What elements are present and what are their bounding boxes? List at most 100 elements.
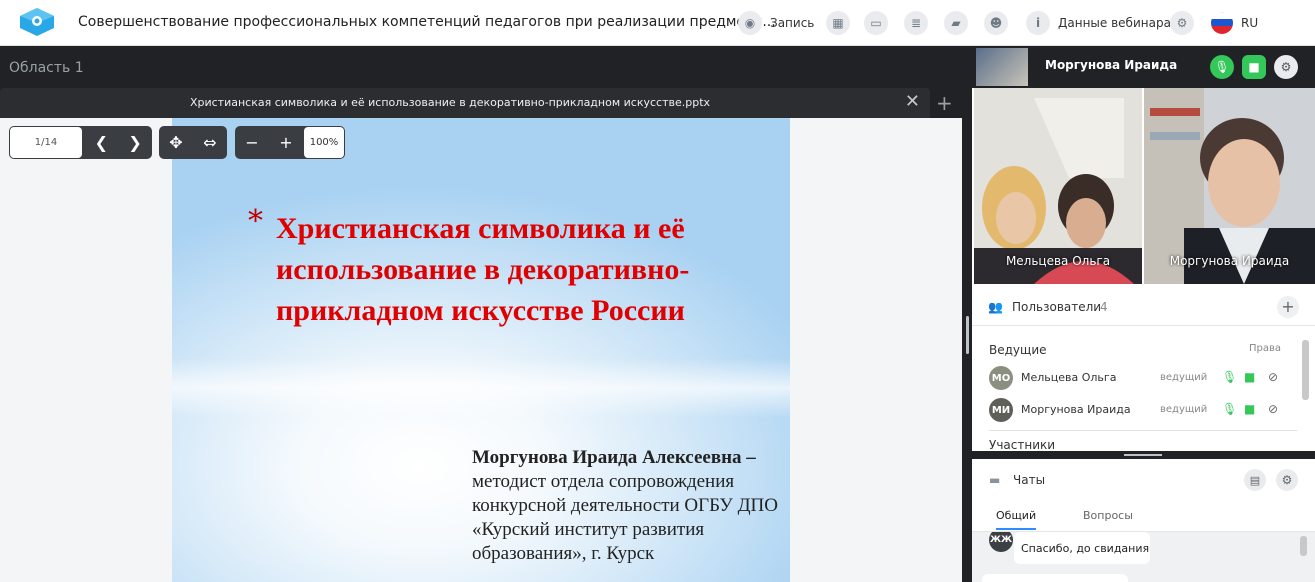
chat-message [982, 574, 1128, 582]
chevron-right-icon: ❯ [128, 133, 142, 152]
scrollbar-thumb[interactable] [1302, 340, 1309, 400]
right-panel: Моргунова Ираида 🎙 ■ ⚙ Мельцева Ольга Мо… [972, 46, 1315, 582]
users-settings-button[interactable]: ☻ [984, 9, 1008, 37]
fit-width-button[interactable]: ⇔ [193, 126, 227, 159]
presenter-video-thumbnail[interactable] [976, 48, 1028, 86]
plus-icon: + [1281, 297, 1295, 316]
gear-icon: ⚙ [1280, 60, 1292, 74]
chevron-left-icon: ❮ [94, 133, 109, 152]
prev-page-button[interactable]: ❮ [84, 126, 118, 159]
webinar-data-button[interactable]: i Данные вебинара [1026, 9, 1171, 37]
screen-share-off-icon[interactable]: ⊘ [1268, 370, 1278, 384]
next-page-button[interactable]: ❯ [118, 126, 152, 159]
presenter-bar: Моргунова Ираида 🎙 ■ ⚙ [972, 46, 1315, 88]
splitter-handle[interactable] [966, 316, 969, 354]
document-button[interactable]: ≣ [904, 9, 928, 37]
microphone-icon: 🎙 [1214, 60, 1230, 74]
chat-icon: ▬ [989, 473, 1001, 487]
record-button[interactable]: ◉ Запись [738, 9, 814, 37]
rights-label: Права [1249, 343, 1282, 354]
users-panel-header[interactable]: 👥 Пользователи 4 + [972, 288, 1315, 326]
users-count: 4 [1100, 300, 1108, 314]
user-role: ведущий [1160, 404, 1208, 415]
microphone-icon[interactable]: 🎙 [1222, 370, 1237, 384]
presenter-name: Моргунова Ираида [1045, 58, 1178, 72]
microphone-icon[interactable]: 🎙 [1222, 402, 1237, 416]
language-label: RU [1241, 16, 1259, 30]
screen-share-button[interactable]: ▭ [864, 9, 888, 37]
webinar-logo-icon[interactable] [18, 7, 56, 37]
settings-button[interactable]: ⚙ [1170, 9, 1194, 37]
tab-questions[interactable]: Вопросы [1083, 509, 1133, 522]
zoom-out-button[interactable]: − [235, 126, 269, 159]
record-label: Запись [770, 16, 815, 30]
camera-button[interactable]: ■ [1242, 55, 1266, 79]
video-tile-name: Мельцева Ольга [1005, 254, 1111, 268]
users-icon: 👥 [988, 300, 1003, 314]
camera-icon: ■ [1248, 60, 1260, 74]
slide-author-desc: методист отдела сопровождения конкурсной… [472, 471, 778, 564]
user-name: Моргунова Ираида [1021, 403, 1131, 416]
document-viewer: * Христианская символика и её использова… [0, 118, 962, 582]
chat-panel-header: ▬ Чаты ▤ ⚙ [972, 459, 1315, 499]
chat-messages: ЖЖ Спасибо, до свидания [972, 532, 1315, 582]
area-title: Область 1 [9, 60, 84, 76]
add-user-button[interactable]: + [1277, 296, 1299, 318]
webinar-title: Совершенствование профессиональных компе… [78, 14, 776, 30]
fit-width-icon: ⇔ [203, 133, 217, 152]
zoom-level[interactable]: 100% [304, 127, 344, 158]
chat-label: Чаты [1013, 473, 1046, 487]
plus-icon: + [279, 133, 293, 152]
move-arrows-icon: ✥ [169, 133, 183, 152]
monitor-icon: ▭ [864, 11, 888, 35]
files-button[interactable]: ▰ [944, 9, 968, 37]
panel-splitter[interactable] [962, 46, 972, 582]
slide-author-name: Моргунова Ираида Алексеевна – [472, 447, 756, 468]
chat-export-button[interactable]: ▤ [1244, 469, 1266, 491]
top-bar: Совершенствование профессиональных компе… [0, 0, 1315, 46]
record-icon: ◉ [738, 11, 762, 35]
user-role: ведущий [1160, 372, 1208, 383]
chat-scrollbar-thumb[interactable] [1300, 536, 1307, 556]
microphone-button[interactable]: 🎙 [1210, 55, 1234, 79]
gear-icon: ⚙ [1170, 11, 1194, 35]
chat-settings-button[interactable]: ⚙ [1276, 469, 1298, 491]
tab-general[interactable]: Общий [996, 509, 1037, 530]
slide-author: Моргунова Ираида Алексеевна – методист о… [472, 446, 790, 566]
user-row[interactable]: МО Мельцева Ольга ведущий 🎙 ■ ⊘ [972, 363, 1297, 393]
camera-icon[interactable]: ■ [1244, 402, 1255, 416]
hosts-heading: Ведущие [989, 343, 1047, 357]
camera-icon[interactable]: ■ [1244, 370, 1255, 384]
webinar-data-label: Данные вебинара [1058, 16, 1171, 30]
video-tile[interactable]: Мельцева Ольга [974, 88, 1142, 284]
layout-button[interactable]: ▦ [826, 9, 850, 37]
page-indicator[interactable]: 1/14 [10, 127, 82, 158]
folder-icon: ▰ [944, 11, 968, 35]
avatar: ЖЖ [989, 532, 1013, 552]
user-row[interactable]: МИ Моргунова Ираида ведущий 🎙 ■ ⊘ [972, 395, 1297, 425]
zoom-in-button[interactable]: + [269, 126, 303, 159]
close-icon[interactable]: ✕ [905, 93, 920, 111]
video-tile[interactable]: Моргунова Ираида [1144, 88, 1315, 284]
slide-title: Христианская символика и её использовани… [276, 212, 690, 327]
add-tab-icon[interactable]: + [936, 91, 953, 115]
chat-tabs: Общий Вопросы [972, 499, 1315, 532]
document-icon: ▤ [1249, 473, 1261, 487]
info-icon: i [1026, 11, 1050, 35]
users-label: Пользователи [1012, 300, 1102, 314]
video-tile-name: Моргунова Ираида [1169, 254, 1290, 268]
russia-flag-icon [1211, 12, 1233, 34]
media-settings-button[interactable]: ⚙ [1274, 55, 1298, 79]
gear-icon: ⚙ [1281, 473, 1293, 487]
splitter-handle[interactable] [1124, 454, 1162, 456]
document-tab[interactable]: Христианская символика и её использовани… [0, 88, 930, 118]
screen-share-off-icon[interactable]: ⊘ [1268, 402, 1278, 416]
language-button[interactable]: RU [1211, 9, 1258, 37]
grid-icon: ▦ [826, 11, 850, 35]
user-gear-icon: ☻ [984, 11, 1008, 35]
fit-all-button[interactable]: ✥ [159, 126, 193, 159]
users-scrollbar[interactable] [1300, 328, 1310, 450]
avatar: МИ [989, 398, 1013, 422]
panel-splitter-horizontal[interactable] [972, 451, 1315, 459]
presentation-slide: * Христианская символика и её использова… [172, 118, 790, 582]
